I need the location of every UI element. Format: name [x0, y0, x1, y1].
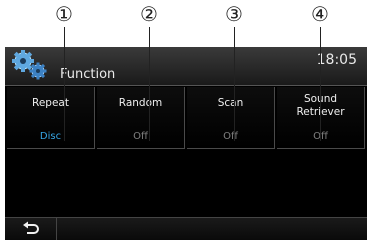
function-buttons: Repeat Disc Random Off Scan Off Sound Re…: [7, 87, 365, 151]
gear-icon: [12, 50, 47, 80]
callout-3-leader: [234, 27, 235, 141]
repeat-value: Disc: [39, 131, 62, 142]
header-bar: Function 18:05: [5, 47, 367, 86]
random-label: Random: [118, 97, 163, 109]
scan-button[interactable]: Scan Off: [187, 87, 275, 149]
clock: 18:05: [316, 52, 357, 68]
sound-retriever-button[interactable]: Sound Retriever Off: [277, 87, 365, 149]
back-arrow-icon: [23, 221, 39, 234]
callout-4: ④: [311, 2, 329, 26]
callout-4-leader: [320, 27, 321, 141]
bottom-bar: [5, 217, 367, 240]
page-title: Function: [60, 67, 116, 82]
repeat-button[interactable]: Repeat Disc: [7, 87, 95, 149]
back-button[interactable]: [5, 218, 57, 240]
callout-2: ②: [140, 2, 158, 26]
scan-value: Off: [223, 131, 238, 142]
callout-2-leader: [149, 27, 150, 141]
scan-label: Scan: [217, 97, 244, 109]
function-screen: Function 18:05 Repeat Disc Random Off Sc…: [5, 47, 367, 240]
repeat-label: Repeat: [32, 97, 69, 109]
random-value: Off: [133, 131, 148, 142]
callout-3: ③: [225, 2, 243, 26]
random-button[interactable]: Random Off: [97, 87, 185, 149]
callout-1-leader: [64, 27, 65, 141]
callout-1: ①: [55, 2, 73, 26]
